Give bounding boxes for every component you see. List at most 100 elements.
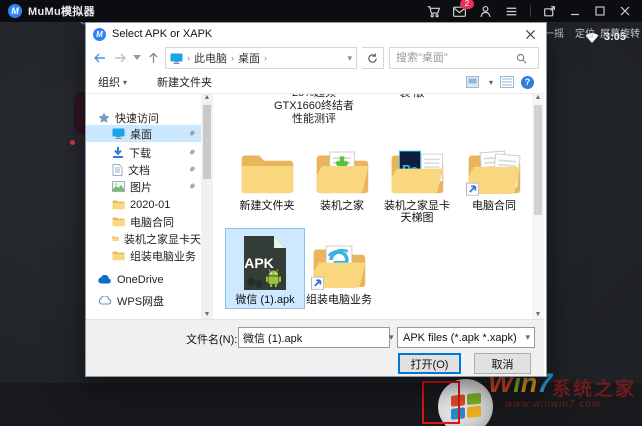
folder-with-download-icon	[316, 151, 369, 194]
sidebar-item-pictures[interactable]: 图片	[86, 178, 201, 195]
sidebar-item-folder[interactable]: 组装电脑业务	[86, 247, 201, 264]
filetype-caret-icon[interactable]: ▾	[525, 332, 534, 343]
scrollbar-thumb[interactable]	[203, 105, 211, 179]
filename-input[interactable]	[239, 331, 389, 344]
breadcrumb-this-pc[interactable]: 此电脑	[194, 50, 227, 66]
sidebar-item-folder[interactable]: 2020-01	[86, 196, 201, 213]
file-list: 25%超频 GTX1660终结者 性能测评 装 版 新建文件夹 装机之家 装机之…	[214, 93, 544, 319]
mumu-emulator-window: M MuMu模拟器 2 3:05 M Select APK or XAPK › …	[0, 0, 642, 426]
sidebar-item-folder[interactable]: 电脑合同	[86, 213, 201, 230]
window-titlebar[interactable]: M MuMu模拟器 2	[0, 0, 642, 22]
watermark-suffix: 系统之家	[552, 379, 637, 400]
filename-combo[interactable]: ▾	[238, 327, 394, 348]
shrink-window-icon[interactable]	[542, 4, 557, 19]
scroll-up-icon[interactable]: ▲	[201, 94, 213, 101]
quick-access-star-icon	[98, 112, 110, 123]
svg-text:APK: APK	[244, 255, 274, 271]
sidebar-item-desktop[interactable]: 桌面	[86, 125, 201, 142]
document-icon	[112, 163, 123, 176]
notification-dot	[70, 140, 75, 145]
search-box[interactable]	[388, 47, 539, 69]
view-caret-icon[interactable]: ▾	[489, 78, 493, 87]
pin-icon	[189, 148, 196, 155]
organize-caret-icon: ▾	[123, 77, 128, 87]
sidebar-item-downloads[interactable]: 下载	[86, 144, 201, 161]
message-count-badge: 2	[460, 0, 474, 9]
folder-icon	[112, 233, 119, 244]
dialog-navigation-bar: › 此电脑 › 桌面 › ▾	[86, 45, 546, 71]
folder-icon	[112, 199, 125, 210]
pin-icon	[189, 129, 196, 136]
breadcrumb-separator: ›	[231, 53, 234, 63]
breadcrumb-separator: ›	[264, 53, 267, 63]
onedrive-cloud-icon	[98, 275, 111, 284]
folder-icon	[112, 216, 125, 227]
sidebar-quick-access[interactable]: 快速访问	[86, 109, 201, 126]
app-title: MuMu模拟器	[28, 6, 95, 18]
account-icon[interactable]	[478, 4, 493, 19]
scroll-up-icon[interactable]: ▲	[532, 94, 544, 101]
folder-icon	[112, 250, 125, 261]
address-caret-icon[interactable]: ▾	[347, 53, 352, 64]
file-list-scrollbar[interactable]: ▲ ▼	[532, 93, 544, 319]
install-highlight-box	[422, 381, 460, 424]
pictures-icon	[112, 181, 125, 192]
file-item-gpu-ladder[interactable]: Ps 装机之家显卡天梯图	[380, 137, 454, 224]
file-item-zhuangji[interactable]: 装机之家	[305, 137, 379, 212]
file-item-new-folder[interactable]: 新建文件夹	[230, 137, 304, 212]
breadcrumb-separator: ›	[187, 53, 190, 63]
history-caret-icon[interactable]	[133, 55, 141, 61]
scrollbar-thumb[interactable]	[534, 105, 542, 215]
dialog-body: 快速访问 桌面 下载 文档 图片 2020-01 电脑合同 装机之家显卡天 组装…	[86, 93, 544, 319]
titlebar-divider	[530, 5, 531, 17]
search-icon	[516, 53, 527, 63]
breadcrumb-desktop[interactable]: 桌面	[238, 50, 260, 66]
dialog-footer: 文件名(N): ▾ APK files (*.apk *.xapk) ▾ 打开(…	[86, 319, 544, 376]
sidebar-item-onedrive[interactable]: OneDrive	[86, 271, 201, 288]
navigation-pane: 快速访问 桌面 下载 文档 图片 2020-01 电脑合同 装机之家显卡天 组装…	[86, 93, 201, 319]
clipped-file-label: 25%超频 GTX1660终结者 性能测评	[273, 93, 355, 125]
file-item-contracts[interactable]: 电脑合同	[457, 137, 531, 212]
download-icon	[113, 146, 123, 158]
new-folder-button[interactable]: 新建文件夹	[157, 74, 212, 90]
file-item-pc-business[interactable]: 组装电脑业务	[302, 231, 376, 306]
minimize-icon[interactable]	[568, 4, 582, 18]
cancel-button[interactable]: 取消	[474, 353, 531, 374]
scroll-down-icon[interactable]: ▼	[532, 311, 544, 318]
refresh-button[interactable]	[362, 47, 384, 69]
folder-ie-shortcut-icon	[311, 245, 366, 290]
search-input[interactable]	[393, 51, 516, 65]
back-icon[interactable]	[93, 52, 107, 64]
sidebar-item-wps-drive[interactable]: WPS网盘	[86, 292, 201, 309]
file-open-dialog: M Select APK or XAPK › 此电脑 › 桌面 › ▾ 搜索"桌…	[85, 22, 547, 377]
sidebar-scrollbar[interactable]: ▲ ▼	[201, 93, 213, 319]
view-thumbnails-icon[interactable]	[465, 76, 482, 88]
sidebar-item-folder[interactable]: 装机之家显卡天	[86, 230, 201, 247]
menu-icon[interactable]	[504, 4, 519, 19]
desktop-location-icon	[170, 53, 183, 64]
up-icon[interactable]	[147, 52, 160, 64]
watermark-url: www.winwin7.com	[505, 399, 602, 410]
file-item-wechat-apk[interactable]: APK 微信 (1).apk	[225, 228, 305, 309]
open-button[interactable]: 打开(O)	[398, 353, 461, 374]
close-icon[interactable]	[618, 4, 632, 18]
mumu-logo-icon: M	[8, 4, 22, 18]
clipped-file-label: 装 版	[399, 93, 425, 99]
address-bar[interactable]: › 此电脑 › 桌面 › ▾	[165, 47, 357, 69]
maximize-icon[interactable]	[593, 4, 607, 18]
filetype-combo[interactable]: APK files (*.apk *.xapk) ▾	[397, 327, 535, 348]
forward-icon[interactable]	[113, 52, 127, 64]
help-icon[interactable]: ?	[521, 75, 534, 89]
messages-icon[interactable]: 2	[452, 0, 474, 19]
apk-file-icon: APK	[244, 236, 286, 290]
organize-button[interactable]: 组织 ▾	[98, 74, 127, 90]
store-cart-icon[interactable]	[426, 4, 441, 19]
filetype-value: APK files (*.apk *.xapk)	[403, 331, 517, 344]
folder-with-ps-file-icon: Ps	[391, 150, 444, 194]
view-details-icon[interactable]	[500, 76, 514, 88]
sidebar-item-documents[interactable]: 文档	[86, 161, 201, 178]
dialog-titlebar[interactable]: M Select APK or XAPK	[86, 23, 546, 45]
folder-shortcut-icon	[466, 150, 521, 196]
scroll-down-icon[interactable]: ▼	[201, 311, 213, 318]
dialog-close-icon[interactable]	[514, 23, 546, 45]
